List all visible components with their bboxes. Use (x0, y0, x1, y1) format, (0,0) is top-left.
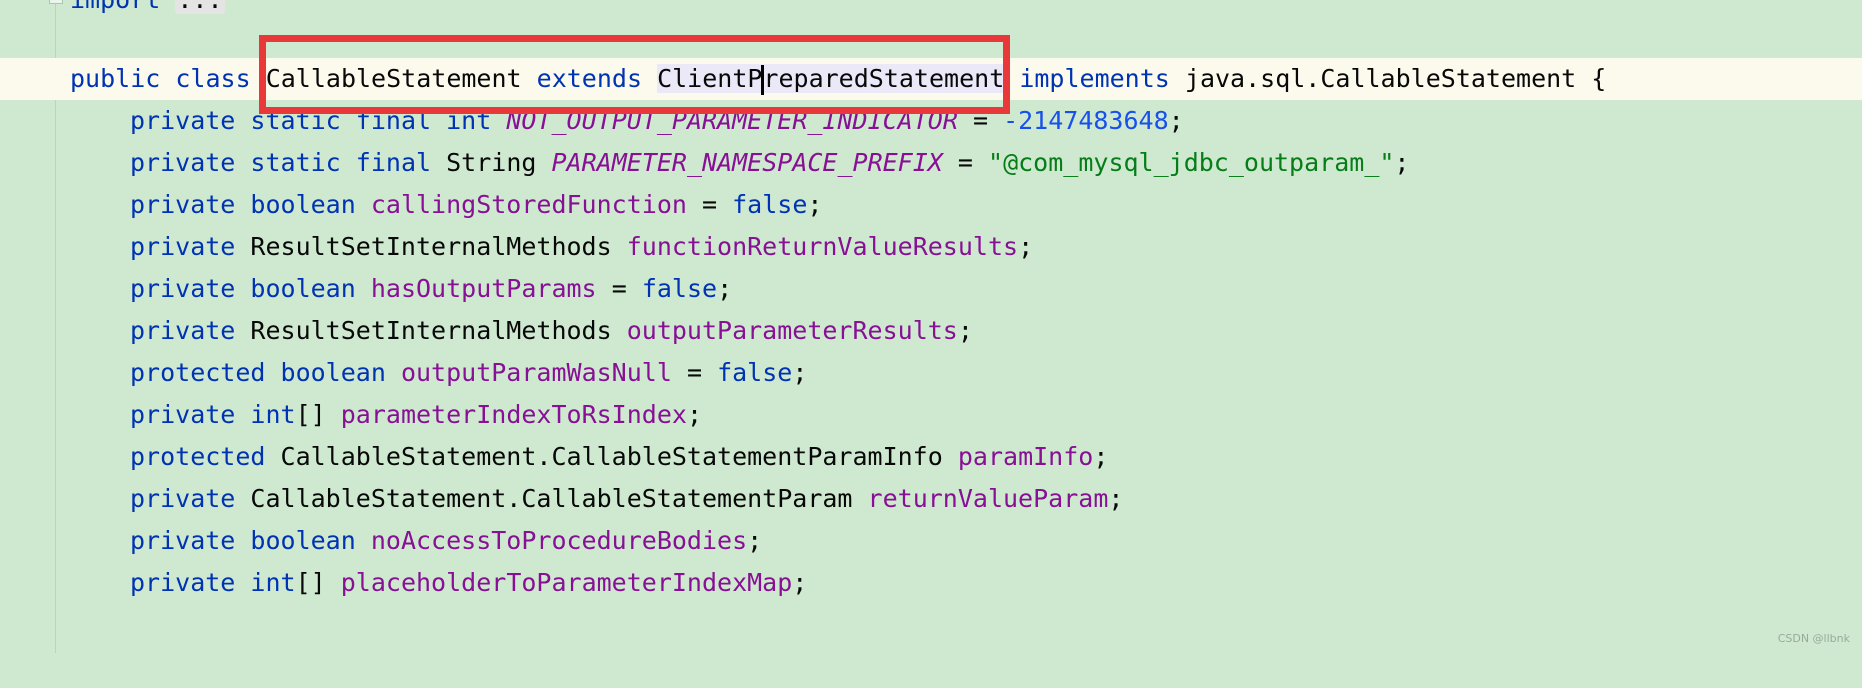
modifier: private (130, 400, 236, 429)
field-name: outputParamWasNull (400, 358, 672, 387)
field-name: PARAMETER_NAMESPACE_PREFIX (551, 148, 943, 177)
semicolon: ; (1018, 232, 1034, 261)
watermark: CSDN @llbnk (1777, 632, 1850, 645)
superclass-name-part1: ClientP (657, 64, 763, 93)
semicolon: ; (957, 316, 973, 345)
keyword: implements (1019, 64, 1170, 93)
code-line-field[interactable]: protected CallableStatement.CallableStat… (0, 436, 1862, 478)
type-name: ResultSetInternalMethods (250, 316, 612, 345)
semicolon: ; (1093, 442, 1109, 471)
modifier: private (130, 484, 236, 513)
interface-name: java.sql.CallableStatement (1184, 64, 1577, 93)
array-brackets: [] (295, 400, 326, 429)
type-name: CallableStatement.CallableStatementParam… (280, 442, 943, 471)
folded-region[interactable]: ... (175, 0, 225, 14)
modifier: static (250, 106, 341, 135)
modifier: protected (130, 358, 266, 387)
operator: = (972, 106, 989, 135)
string-literal: "@com_mysql_jdbc_outparam_" (988, 148, 1395, 177)
operator: = (957, 148, 973, 177)
boolean-literal: false (641, 274, 718, 303)
modifier: private (130, 148, 236, 177)
modifier: private (130, 316, 236, 345)
semicolon: ; (792, 568, 808, 597)
type-name: CallableStatement.CallableStatementParam (250, 484, 853, 513)
code-line-field[interactable]: private int[] placeholderToParameterInde… (0, 562, 1862, 604)
keyword: public (70, 64, 161, 93)
type-name: ResultSetInternalMethods (250, 232, 612, 261)
semicolon: ; (717, 274, 733, 303)
code-line-field[interactable]: private int[] parameterIndexToRsIndex; (0, 394, 1862, 436)
code-line-import[interactable]: import ... (0, 0, 1862, 21)
type-name: int (250, 568, 296, 597)
field-name: functionReturnValueResults (626, 232, 1019, 261)
type-name: boolean (280, 358, 386, 387)
code-editor[interactable]: import ... public class CallableStatemen… (0, 0, 1862, 653)
field-name: returnValueParam (867, 484, 1109, 513)
keyword: import (70, 0, 160, 14)
field-name: callingStoredFunction (370, 190, 687, 219)
modifier: protected (130, 442, 266, 471)
boolean-literal: false (732, 190, 808, 219)
type-name: boolean (250, 274, 356, 303)
semicolon: ; (807, 190, 823, 219)
modifier: private (130, 232, 236, 261)
field-name: placeholderToParameterIndexMap (340, 568, 793, 597)
modifier: private (130, 274, 236, 303)
field-name: noAccessToProcedureBodies (370, 526, 748, 555)
code-line-class-declaration[interactable]: public class CallableStatement extends C… (0, 58, 1862, 100)
keyword: class (175, 64, 251, 93)
semicolon: ; (1394, 148, 1410, 177)
type-name: boolean (250, 526, 356, 555)
code-line-field[interactable]: private static final int NOT_OUTPUT_PARA… (0, 100, 1862, 142)
code-line-field[interactable]: private ResultSetInternalMethods functio… (0, 226, 1862, 268)
open-brace: { (1591, 64, 1607, 93)
code-line-field[interactable]: private static final String PARAMETER_NA… (0, 142, 1862, 184)
modifier: private (130, 190, 236, 219)
operator: = (686, 358, 703, 387)
code-line-field[interactable]: private boolean noAccessToProcedureBodie… (0, 520, 1862, 562)
code-line-field[interactable]: protected boolean outputParamWasNull = f… (0, 352, 1862, 394)
code-line-field[interactable]: private ResultSetInternalMethods outputP… (0, 310, 1862, 352)
array-brackets: [] (295, 568, 326, 597)
class-name: CallableStatement (265, 64, 522, 93)
code-line-field[interactable]: private CallableStatement.CallableStatem… (0, 478, 1862, 520)
superclass-name-part2: reparedStatement (763, 64, 1005, 93)
type-name: String (446, 148, 537, 177)
modifier: static (250, 148, 341, 177)
semicolon: ; (1108, 484, 1124, 513)
modifier: private (130, 568, 236, 597)
field-name: paramInfo (957, 442, 1094, 471)
semicolon: ; (1168, 106, 1184, 135)
modifier: final (355, 148, 432, 177)
modifier: private (130, 106, 236, 135)
semicolon: ; (686, 400, 702, 429)
boolean-literal: false (717, 358, 793, 387)
code-line-field[interactable]: private boolean hasOutputParams = false; (0, 268, 1862, 310)
field-name: NOT_OUTPUT_PARAMETER_INDICATOR (506, 106, 958, 135)
semicolon: ; (792, 358, 808, 387)
number-literal: -2147483648 (1003, 106, 1169, 135)
code-line-field[interactable]: private boolean callingStoredFunction = … (0, 184, 1862, 226)
operator: = (611, 274, 627, 303)
superclass-name: ClientPreparedStatement (657, 64, 1005, 95)
field-name: hasOutputParams (370, 274, 597, 303)
keyword: extends (536, 64, 642, 93)
modifier: final (355, 106, 432, 135)
type-name: int (446, 106, 492, 135)
field-name: parameterIndexToRsIndex (340, 400, 687, 429)
modifier: private (130, 526, 236, 555)
field-name: outputParameterResults (626, 316, 958, 345)
semicolon: ; (747, 526, 763, 555)
operator: = (701, 190, 718, 219)
type-name: boolean (250, 190, 356, 219)
type-name: int (250, 400, 296, 429)
